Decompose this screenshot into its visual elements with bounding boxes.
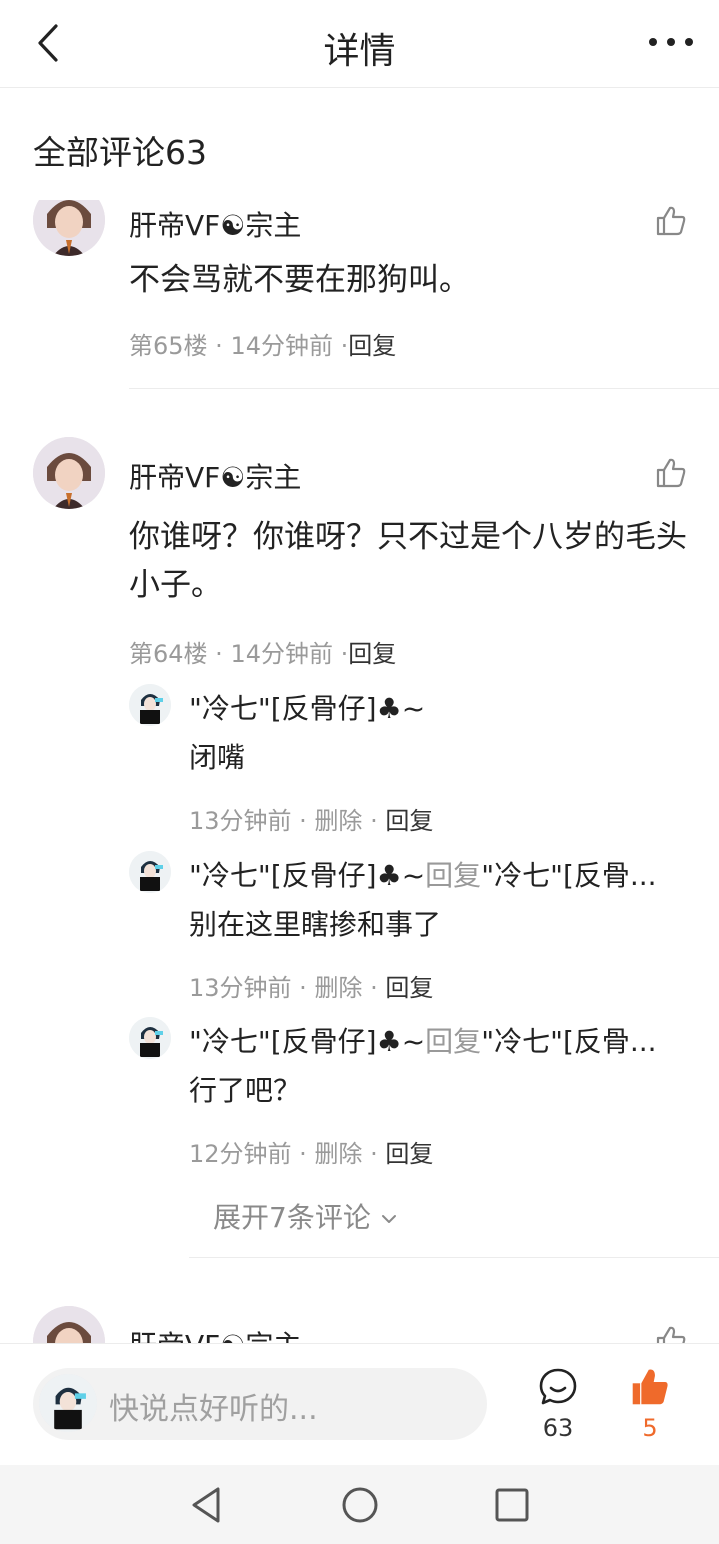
- divider: [189, 1257, 719, 1258]
- page-title: 详情: [323, 31, 396, 72]
- like-count: 5: [642, 1414, 658, 1442]
- avatar[interactable]: [33, 437, 105, 509]
- reply-text: 行了吧？: [189, 1074, 302, 1107]
- reply-author[interactable]: "冷七"[反骨仔]♣~回复"冷七"[反骨...: [189, 1020, 689, 1060]
- reply-meta: 13分钟前 · 删除 · 回复: [189, 974, 434, 1002]
- reply-time: 12分钟前: [189, 1140, 292, 1168]
- comment-input[interactable]: 快说点好听的...: [33, 1368, 487, 1440]
- reply-author-name[interactable]: "冷七"[反骨仔]♣~: [189, 1025, 425, 1058]
- expand-replies-button[interactable]: 展开7条评论: [213, 1196, 398, 1236]
- avatar[interactable]: [33, 1306, 105, 1343]
- reply-button[interactable]: 回复: [385, 807, 433, 835]
- reply-target-name[interactable]: "冷七"[反骨...: [481, 1025, 656, 1058]
- comment-text: 不会骂就不要在那狗叫。: [129, 262, 470, 298]
- comment-placeholder[interactable]: 快说点好听的...: [109, 1384, 318, 1428]
- avatar[interactable]: [129, 684, 171, 726]
- reply-time: 13分钟前: [189, 807, 292, 835]
- thumbs-up-filled-icon: [632, 1369, 668, 1405]
- reply-text: 别在这里瞎掺和事了: [189, 908, 442, 941]
- avatar[interactable]: [33, 200, 105, 256]
- avatar: [39, 1374, 97, 1432]
- thumbs-up-icon[interactable]: [654, 1324, 688, 1343]
- reply-time: 13分钟前: [189, 974, 292, 1002]
- delete-button[interactable]: 删除: [314, 1140, 362, 1168]
- reply-meta: 12分钟前 · 删除 · 回复: [189, 1140, 434, 1168]
- speech-bubble-icon: [539, 1368, 577, 1405]
- divider: [129, 388, 719, 389]
- comment-count-button[interactable]: 63: [526, 1366, 590, 1442]
- chevron-down-icon: [381, 1215, 396, 1223]
- nav-back-icon[interactable]: [186, 1483, 230, 1527]
- more-dots-icon: [649, 38, 693, 46]
- comment-time: 14分钟前: [230, 332, 333, 360]
- floor-number: 第65楼: [129, 332, 208, 360]
- reply-word: 回复: [425, 859, 482, 892]
- reply-target-name[interactable]: "冷七"[反骨...: [481, 859, 656, 892]
- nav-recents-icon[interactable]: [490, 1483, 534, 1527]
- delete-button[interactable]: 删除: [314, 807, 362, 835]
- reply-text: 闭嘴: [189, 741, 246, 774]
- reply-meta: 13分钟前 · 删除 · 回复: [189, 807, 434, 835]
- reply-author-name[interactable]: "冷七"[反骨仔]♣~: [189, 859, 425, 892]
- nav-home-icon[interactable]: [338, 1483, 382, 1527]
- comment-author[interactable]: 肝帝VF☯宗主: [129, 204, 301, 244]
- floor-number: 第64楼: [129, 640, 208, 668]
- reply-button[interactable]: 回复: [385, 974, 433, 1002]
- like-button[interactable]: 5: [618, 1366, 682, 1442]
- screen: 详情 全部评论63 肝帝VF☯宗主 不会骂就不要在那狗叫。 第65楼 · 14分…: [0, 0, 719, 1544]
- reply-button[interactable]: 回复: [385, 1140, 433, 1168]
- comment-author[interactable]: 肝帝VF☯宗主: [129, 1324, 301, 1343]
- delete-button[interactable]: 删除: [314, 974, 362, 1002]
- more-button[interactable]: [643, 22, 699, 62]
- comment-meta: 第65楼 · 14分钟前 ·回复: [129, 332, 397, 360]
- reply-button[interactable]: 回复: [348, 640, 396, 668]
- comment-text: 你谁呀？你谁呀？只不过是个八岁的毛头小子。: [129, 519, 687, 603]
- reply-word: 回复: [425, 1025, 482, 1058]
- thumbs-up-icon[interactable]: [654, 456, 688, 490]
- comments-heading: 全部评论63: [33, 133, 207, 172]
- avatar[interactable]: [129, 1017, 171, 1059]
- system-nav-bar: [0, 1465, 719, 1544]
- thumbs-up-icon[interactable]: [654, 204, 688, 238]
- comment-list[interactable]: 肝帝VF☯宗主 不会骂就不要在那狗叫。 第65楼 · 14分钟前 ·回复 肝帝V…: [0, 200, 719, 1343]
- comment-meta: 第64楼 · 14分钟前 ·回复: [129, 640, 397, 668]
- expand-label: 展开7条评论: [213, 1201, 371, 1234]
- reply-author[interactable]: "冷七"[反骨仔]♣~: [189, 687, 689, 727]
- comment-count: 63: [542, 1414, 574, 1442]
- reply-author-name[interactable]: "冷七"[反骨仔]♣~: [189, 692, 425, 725]
- avatar[interactable]: [129, 851, 171, 893]
- comment-bar: 快说点好听的... 63 5: [0, 1343, 719, 1465]
- header: 详情: [0, 0, 719, 88]
- comment-time: 14分钟前: [230, 640, 333, 668]
- reply-button[interactable]: 回复: [348, 332, 396, 360]
- reply-author[interactable]: "冷七"[反骨仔]♣~回复"冷七"[反骨...: [189, 854, 689, 894]
- comment-author[interactable]: 肝帝VF☯宗主: [129, 456, 301, 496]
